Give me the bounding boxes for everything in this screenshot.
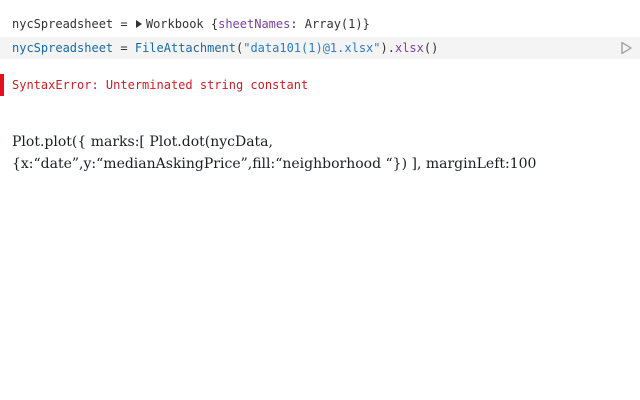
text-cell: Plot.plot({ marks:[ Plot.dot(nycData, {x…: [12, 131, 622, 175]
code-method: xlsx: [394, 41, 424, 55]
code-variable: nycSpreadsheet: [12, 41, 114, 55]
output-variable-name: nycSpreadsheet: [12, 17, 114, 31]
triangle-right-icon[interactable]: [135, 20, 142, 28]
output-type-name[interactable]: Workbook: [146, 17, 204, 31]
text-line: Plot.plot({ marks:[ Plot.dot(nycData,: [12, 134, 273, 150]
cell-output: nycSpreadsheet = Workbook {sheetNames: A…: [12, 17, 370, 31]
code-string: "data101(1)@1.xlsx": [243, 41, 381, 55]
output-property-value: : Array(1)}: [290, 17, 370, 31]
code-function: FileAttachment: [134, 41, 236, 55]
code-line[interactable]: nycSpreadsheet = FileAttachment("data101…: [12, 40, 438, 56]
error-message: SyntaxError: Unterminated string constan…: [12, 78, 309, 92]
text-line: {x:“date”,y:“medianAskingPrice”,fill:“ne…: [12, 156, 537, 172]
error-indicator-bar: [0, 74, 4, 96]
play-icon: [621, 41, 632, 55]
run-cell-button[interactable]: [618, 40, 634, 56]
code-editor[interactable]: nycSpreadsheet = FileAttachment("data101…: [0, 37, 640, 59]
output-property-name: sheetNames: [218, 17, 291, 31]
